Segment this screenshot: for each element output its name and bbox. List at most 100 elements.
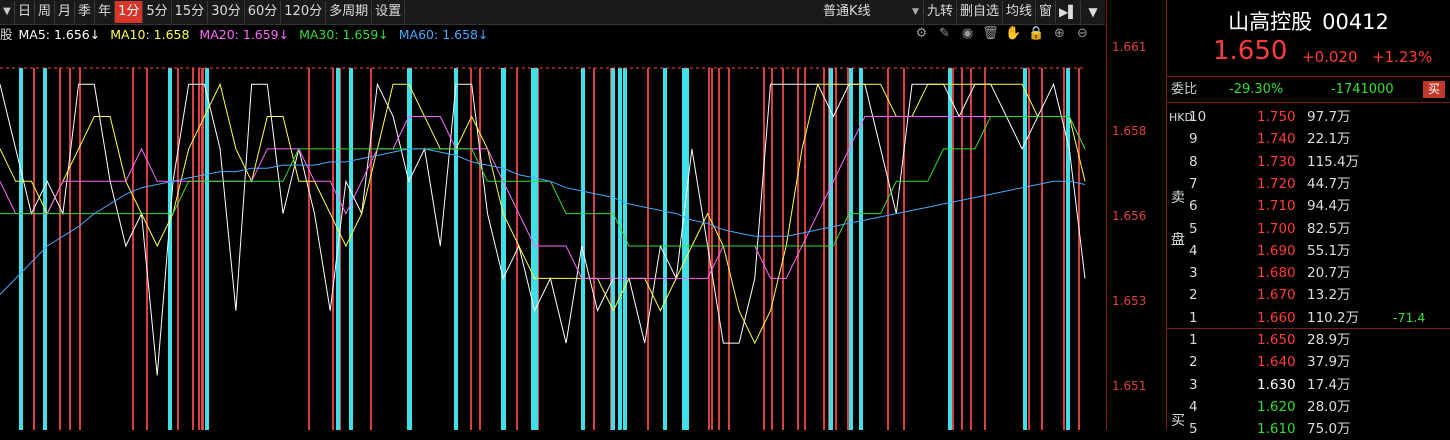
ask-row[interactable]: 10 1.750 97.7万 [1167, 106, 1450, 128]
zoom-in-icon[interactable]: ⊕ [1051, 26, 1068, 41]
ask-volume: 20.7万 [1307, 265, 1351, 282]
down-bar [454, 68, 458, 430]
up-bar [952, 68, 954, 430]
buy-button[interactable]: 买 [1423, 81, 1445, 98]
zoom-out-icon[interactable]: ⊖ [1074, 26, 1091, 41]
tool-jiuzhuan[interactable]: 九转 [924, 1, 957, 23]
pen-icon[interactable]: ✎ [936, 26, 953, 41]
up-bar [771, 68, 773, 430]
period-tab[interactable]: 5分 [143, 1, 172, 23]
tool-remove-favorite[interactable]: 删自选 [957, 1, 1003, 23]
period-tab[interactable]: 30分 [208, 1, 245, 23]
trash-icon[interactable]: 🗑 [982, 26, 999, 41]
down-bar [205, 68, 209, 430]
ask-extra: -71.4 [1393, 309, 1426, 325]
ma60-value: MA60: 1.658↓ [398, 27, 489, 42]
bid-row[interactable]: 2 1.640 37.9万 [1167, 351, 1450, 373]
ask-row[interactable]: 2 1.670 13.2万 [1167, 284, 1450, 306]
bid-row[interactable]: 5 1.610 75.0万 [1167, 418, 1450, 440]
down-bar [948, 68, 952, 430]
stock-title: 山高控股 00412 [1167, 6, 1450, 36]
period-tab[interactable]: 设置 [372, 1, 406, 23]
up-bar [823, 68, 825, 430]
y-tick-label: 1.653 [1112, 294, 1147, 308]
eye-icon[interactable]: ◉ [959, 26, 976, 41]
ma20-value: MA20: 1.659↓ [199, 27, 290, 42]
y-tick-label: 1.656 [1112, 209, 1147, 223]
lock-icon[interactable]: 🔒 [1028, 26, 1045, 41]
down-bar [618, 68, 622, 430]
up-bar [132, 68, 134, 430]
bid-row[interactable]: 4 1.620 28.0万 [1167, 396, 1450, 418]
down-bar [349, 68, 353, 430]
price-chart[interactable] [0, 48, 1106, 430]
up-bar [782, 68, 784, 430]
ask-volume: 82.5万 [1307, 220, 1351, 237]
hand-icon[interactable]: ✋ [1005, 26, 1022, 41]
ask-row[interactable]: 6 1.710 94.4万 [1167, 195, 1450, 217]
up-bar [470, 68, 472, 430]
toolbar-dropdown-icon[interactable]: ▼ [0, 1, 15, 23]
menu-chevron-icon[interactable]: ▼ [1081, 1, 1105, 23]
bid-row[interactable]: 3 1.630 17.4万 [1167, 374, 1450, 396]
up-bar [961, 68, 963, 430]
kline-type-select[interactable]: 普通K线 ▼ [817, 1, 924, 23]
period-tab[interactable]: 月 [55, 1, 76, 23]
period-tab[interactable]: 季 [75, 1, 96, 23]
period-tab[interactable]: 120分 [281, 1, 327, 23]
kline-type-label: 普通K线 [822, 4, 871, 19]
ask-row[interactable]: 3 1.680 20.7万 [1167, 262, 1450, 284]
ma5-line [0, 82, 1086, 376]
up-bar [1041, 68, 1043, 430]
divider [1167, 102, 1450, 103]
settings-icon[interactable]: ⚙ [913, 26, 930, 41]
up-bar [33, 68, 35, 430]
ask-row[interactable]: 9 1.740 22.1万 [1167, 128, 1450, 150]
ask-price: 1.730 [1257, 153, 1296, 170]
price-change: +0.020 [1302, 48, 1358, 66]
ask-row[interactable]: 1 1.660 110.2万 -71.4 [1167, 307, 1450, 329]
period-tab[interactable]: 周 [35, 1, 56, 23]
period-tab[interactable]: 日 [15, 1, 36, 23]
y-axis: 1.661 1.658 1.656 1.653 1.651 [1108, 0, 1166, 430]
up-bar [847, 68, 849, 430]
tool-ma[interactable]: 均线 [1003, 1, 1036, 23]
quote-panel: 山高控股 00412 1.650 +0.020 +1.23% 委比 -29.30%… [1167, 0, 1450, 437]
bid-row[interactable]: 1 1.650 28.9万 [1167, 329, 1450, 351]
ask-row[interactable]: 4 1.690 55.1万 [1167, 240, 1450, 262]
period-tab[interactable]: 60分 [245, 1, 282, 23]
period-toolbar: ▼ 日周月季年 1分 5分 15分 30分 60分 120分 多周期 设置 普通K线 ▼ 九转 删… [0, 0, 1105, 25]
down-bar [623, 68, 627, 430]
period-tab[interactable]: 多周期 [326, 1, 373, 23]
toolbar-right: 普通K线 ▼ 九转 删自选 均线 窗 ▶▌ ▼ [817, 0, 1105, 24]
tool-window[interactable]: 窗 [1036, 1, 1056, 23]
ask-level: 10 [1189, 109, 1207, 125]
ask-volume: 13.2万 [1307, 287, 1351, 304]
down-bar [849, 68, 853, 430]
period-tab[interactable]: 年 [95, 1, 116, 23]
ask-row[interactable]: 8 1.730 115.4万 [1167, 151, 1450, 173]
ask-row[interactable]: 7 1.720 44.7万 [1167, 173, 1450, 195]
expand-icon[interactable]: ▶▌ [1056, 1, 1081, 23]
up-bar [763, 68, 765, 430]
weibi-label: 委比 [1171, 82, 1198, 97]
up-bar [370, 68, 372, 430]
ma5-value: MA5: 1.656↓ [18, 27, 101, 42]
y-tick-label: 1.661 [1112, 40, 1147, 54]
bid-volume: 28.9万 [1307, 332, 1351, 348]
ask-level: 8 [1189, 153, 1198, 170]
bid-volume: 28.0万 [1307, 398, 1351, 415]
ma-legend: 股 MA5: 1.656↓ MA10: 1.658 MA20: 1.659↓ M… [0, 25, 494, 45]
period-tab[interactable]: 1分 [115, 1, 144, 23]
ask-volume: 44.7万 [1307, 175, 1351, 192]
bid-level: 3 [1189, 376, 1198, 393]
ask-volume: 97.7万 [1307, 109, 1351, 125]
period-tab[interactable]: 15分 [172, 1, 209, 23]
bid-price: 1.650 [1257, 332, 1296, 348]
chart-tool-icons: ⚙ ✎ ◉ 🗑 ✋ 🔒 ⊕ ⊖ [913, 26, 1091, 41]
bid-level: 1 [1189, 332, 1198, 348]
ask-level: 6 [1189, 198, 1198, 215]
ma10-value: MA10: 1.658 [110, 27, 190, 42]
up-bar [177, 68, 179, 430]
ask-row[interactable]: 5 1.700 82.5万 [1167, 218, 1450, 240]
